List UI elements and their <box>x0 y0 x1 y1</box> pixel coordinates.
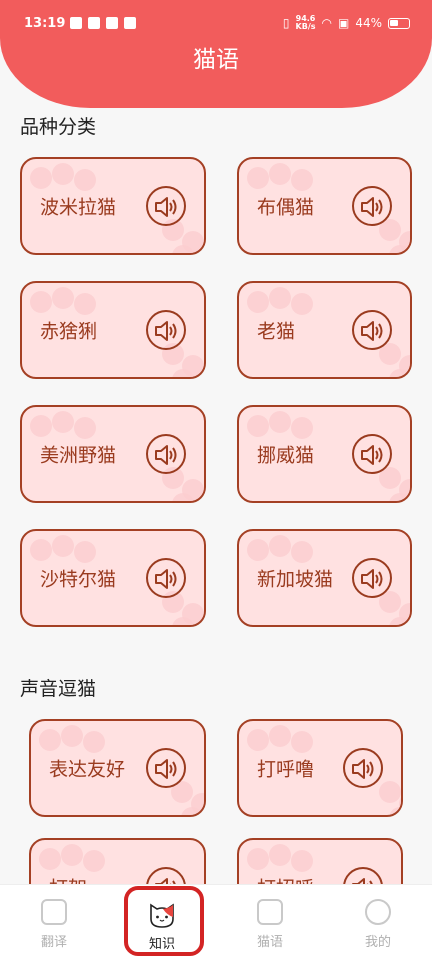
paw-decoration <box>30 415 52 437</box>
speaker-icon[interactable] <box>146 434 186 474</box>
paw-decoration <box>247 167 269 189</box>
card-label: 打呼噜 <box>257 758 315 781</box>
app-icon <box>124 17 136 29</box>
sound-card[interactable]: 新加坡猫 <box>237 529 412 627</box>
paw-decoration <box>30 291 52 313</box>
card-label: 挪威猫 <box>257 444 315 467</box>
card-label: 赤猞猁 <box>40 320 98 343</box>
paw-decoration <box>269 163 291 185</box>
paw-decoration <box>269 725 291 747</box>
paw-decoration <box>74 417 96 439</box>
speaker-icon[interactable] <box>146 558 186 598</box>
tab-profile[interactable]: 我的 <box>338 899 418 950</box>
paw-decoration <box>269 411 291 433</box>
translate-icon <box>41 899 67 925</box>
card-label: 老猫 <box>257 320 296 343</box>
sound-card[interactable]: 老猫 <box>237 281 412 379</box>
paw-decoration <box>389 807 401 815</box>
tab-label: 猫语 <box>256 935 283 950</box>
paw-decoration <box>269 844 291 866</box>
speaker-icon[interactable] <box>352 558 392 598</box>
speaker-icon[interactable] <box>146 748 186 788</box>
paw-decoration <box>39 729 61 751</box>
paw-decoration <box>247 848 269 870</box>
paw-decoration <box>291 293 313 315</box>
speaker-icon[interactable] <box>343 748 383 788</box>
crown-icon <box>70 17 82 29</box>
card-label: 布偶猫 <box>257 196 315 219</box>
paw-decoration <box>291 850 313 872</box>
paw-decoration <box>52 163 74 185</box>
speaker-icon[interactable] <box>146 310 186 350</box>
notification-icons <box>70 17 136 29</box>
paw-decoration <box>269 287 291 309</box>
sound-card[interactable]: 布偶猫 <box>237 157 412 255</box>
paw-decoration <box>39 848 61 870</box>
paw-decoration <box>52 287 74 309</box>
sound-card[interactable]: 波米拉猫 <box>20 157 206 255</box>
paw-decoration <box>83 731 105 753</box>
paw-decoration <box>30 167 52 189</box>
speaker-icon[interactable] <box>352 186 392 226</box>
tab-cat-language[interactable]: 猫语 <box>230 899 310 950</box>
profile-icon <box>365 899 391 925</box>
sound-card[interactable]: 赤猞猁 <box>20 281 206 379</box>
speaker-icon[interactable] <box>146 186 186 226</box>
paw-decoration <box>74 541 96 563</box>
sound-card[interactable]: 打呼噜 <box>237 719 403 817</box>
paw-decoration <box>291 417 313 439</box>
paw-decoration <box>247 539 269 561</box>
section-title-breeds: 品种分类 <box>20 116 97 138</box>
cat-language-icon <box>257 899 283 925</box>
card-label: 波米拉猫 <box>40 196 117 219</box>
vibrate-icon: ▯ <box>282 16 290 30</box>
paw-decoration <box>291 731 313 753</box>
mail-icon <box>106 17 118 29</box>
status-right: ▯ 94.6 KB/s ◠ ▣ 44% <box>283 15 410 31</box>
sim-icon: ▣ <box>337 16 350 30</box>
sound-card[interactable]: 挪威猫 <box>237 405 412 503</box>
paw-decoration <box>379 781 401 803</box>
section-title-sounds: 声音逗猫 <box>20 678 97 700</box>
status-time: 13:19 <box>24 16 66 31</box>
status-bar: 13:19 ▯ 94.6 KB/s ◠ ▣ 44% <box>24 14 410 36</box>
card-label: 新加坡猫 <box>257 568 334 591</box>
battery-percent: 44% <box>355 16 382 30</box>
paw-decoration <box>61 725 83 747</box>
app-header: 13:19 ▯ 94.6 KB/s ◠ ▣ 44% 猫语 <box>0 0 432 108</box>
active-tab-highlight <box>124 886 204 956</box>
app-icon <box>88 17 100 29</box>
paw-decoration <box>291 541 313 563</box>
paw-decoration <box>247 291 269 313</box>
sound-card[interactable]: 沙特尔猫 <box>20 529 206 627</box>
paw-decoration <box>247 729 269 751</box>
network-speed: 94.6 KB/s <box>295 14 316 31</box>
page-title: 猫语 <box>193 47 239 73</box>
paw-decoration <box>52 535 74 557</box>
card-label: 沙特尔猫 <box>40 568 117 591</box>
card-label: 表达友好 <box>49 758 126 781</box>
paw-decoration <box>74 169 96 191</box>
speaker-icon[interactable] <box>352 310 392 350</box>
sound-card[interactable]: 表达友好 <box>29 719 206 817</box>
paw-decoration <box>247 415 269 437</box>
wifi-icon: ◠ <box>321 16 332 30</box>
tab-translate[interactable]: 翻译 <box>14 899 94 950</box>
battery-icon <box>388 17 410 29</box>
card-label: 美洲野猫 <box>40 444 117 467</box>
tab-label: 我的 <box>364 935 391 950</box>
paw-decoration <box>83 850 105 872</box>
sound-card[interactable]: 美洲野猫 <box>20 405 206 503</box>
paw-decoration <box>61 844 83 866</box>
tab-label: 翻译 <box>40 935 67 950</box>
paw-decoration <box>269 535 291 557</box>
paw-decoration <box>30 539 52 561</box>
bottom-tab-bar: 翻译 知识 猫语 我的 <box>0 884 432 964</box>
paw-decoration <box>52 411 74 433</box>
paw-decoration <box>291 169 313 191</box>
speaker-icon[interactable] <box>352 434 392 474</box>
paw-decoration <box>74 293 96 315</box>
